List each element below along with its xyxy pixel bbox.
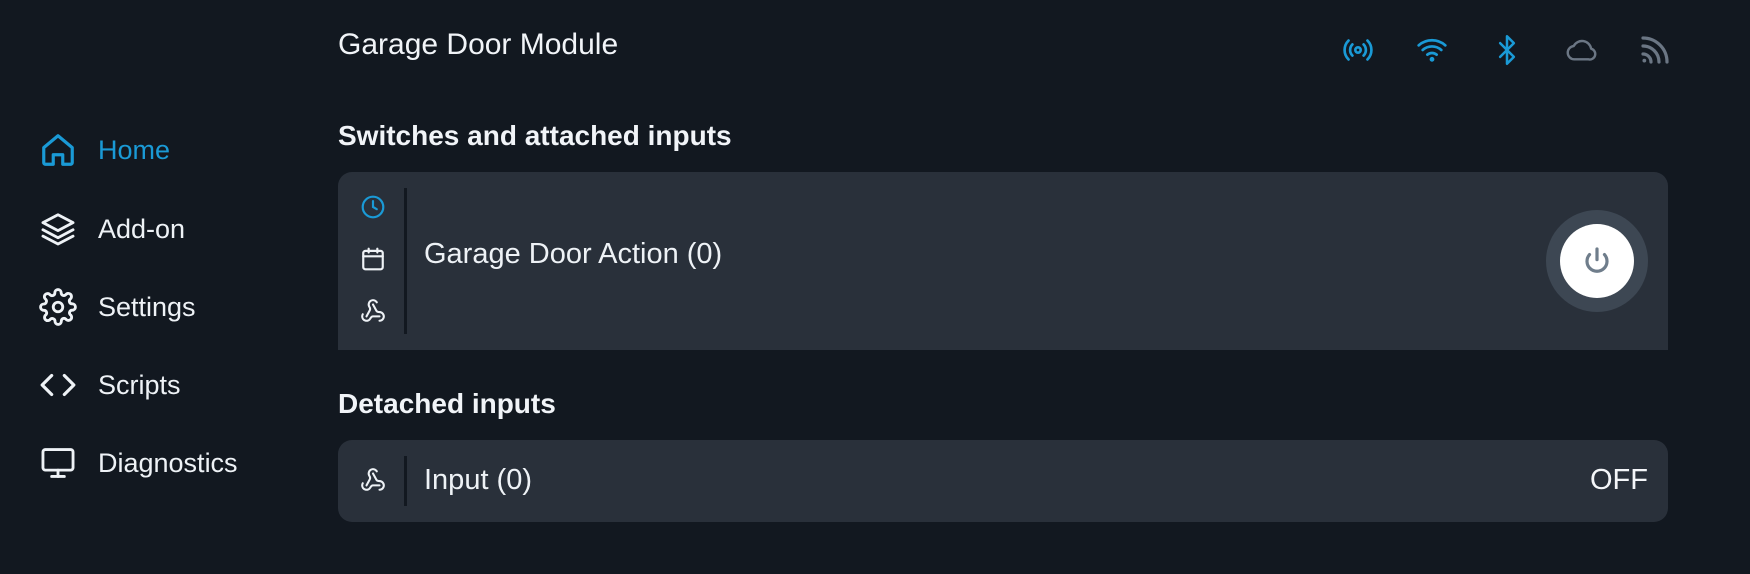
broadcast-icon[interactable]: [1341, 33, 1375, 67]
switch-card: Garage Door Action (0): [338, 172, 1668, 350]
sidebar-item-scripts[interactable]: Scripts: [38, 361, 181, 409]
input-name: Input (0): [424, 464, 532, 496]
sidebar-item-diagnostics[interactable]: Diagnostics: [38, 439, 238, 487]
sidebar: Home Add-on Settings Scripts Diagnostics: [0, 0, 300, 574]
switch-name: Garage Door Action (0): [424, 238, 723, 270]
layers-icon: [38, 209, 78, 249]
rss-icon[interactable]: [1638, 33, 1672, 67]
sidebar-item-label: Add-on: [98, 213, 186, 244]
gear-icon: [38, 287, 78, 327]
home-icon: [38, 130, 78, 170]
wifi-icon[interactable]: [1415, 33, 1449, 67]
page-title: Garage Door Module: [338, 28, 619, 61]
sidebar-item-label: Settings: [98, 291, 196, 322]
power-toggle-button[interactable]: [1546, 210, 1648, 312]
sidebar-item-label: Diagnostics: [98, 447, 238, 478]
divider: [404, 456, 407, 506]
divider: [404, 188, 407, 334]
power-icon: [1581, 245, 1613, 277]
code-icon: [38, 365, 78, 405]
input-card: Input (0) OFF: [338, 440, 1668, 522]
calendar-icon[interactable]: [360, 246, 386, 272]
bluetooth-icon[interactable]: [1490, 33, 1524, 67]
power-button-face: [1560, 224, 1634, 298]
switch-feature-icons: [360, 194, 386, 324]
sidebar-item-home[interactable]: Home: [38, 126, 170, 174]
cloud-icon[interactable]: [1564, 33, 1598, 67]
sidebar-item-label: Home: [98, 134, 171, 165]
section-title-switches: Switches and attached inputs: [338, 120, 732, 151]
monitor-icon: [38, 443, 78, 483]
sidebar-item-settings[interactable]: Settings: [38, 283, 196, 331]
clock-icon[interactable]: [360, 194, 386, 220]
section-title-detached: Detached inputs: [338, 388, 556, 419]
input-state: OFF: [1590, 464, 1648, 496]
app-window: Home Add-on Settings Scripts Diagnostics…: [0, 0, 1750, 574]
webhook-icon[interactable]: [360, 298, 386, 324]
sidebar-item-label: Scripts: [98, 369, 181, 400]
sidebar-item-add-on[interactable]: Add-on: [38, 205, 185, 253]
webhook-icon[interactable]: [360, 467, 386, 493]
